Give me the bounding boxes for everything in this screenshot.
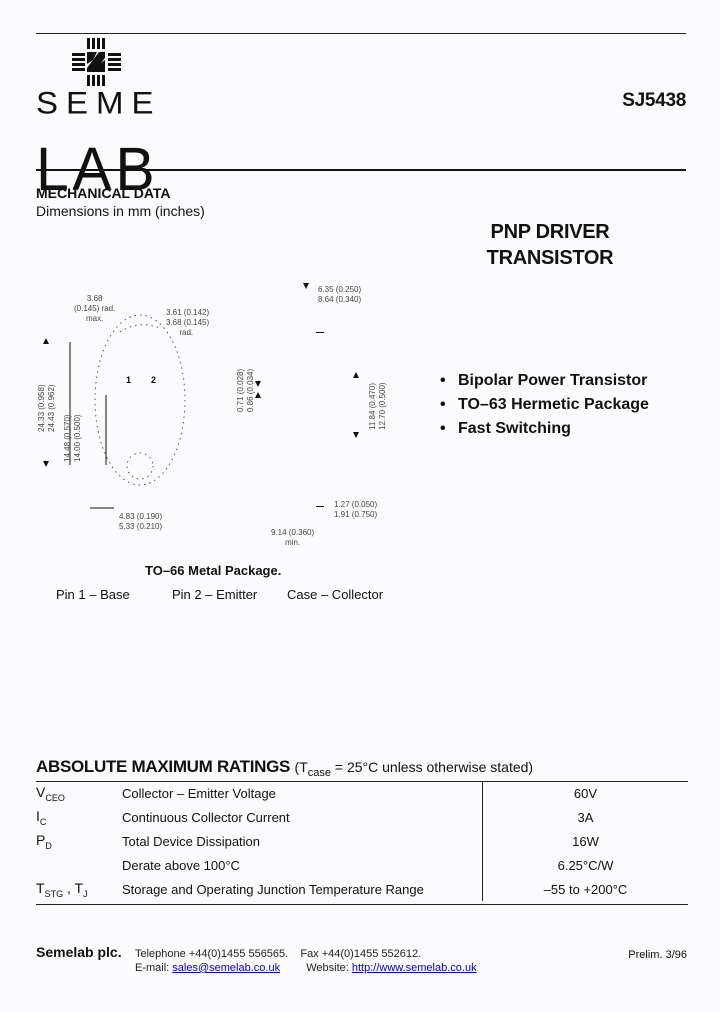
feature-list: Bipolar Power Transistor TO–63 Hermetic … [440,369,649,441]
ratings-title: ABSOLUTE MAXIMUM RATINGS (Tcase = 25°C u… [36,757,534,779]
rating-value: 60V [482,781,688,805]
dim-pin-radius: 3.61 (0.142) 3.68 (0.145) rad. [166,308,210,337]
case-description: Case – Collector [287,587,384,602]
rating-value: –55 to +200°C [482,877,688,901]
rating-description: Derate above 100°C [122,857,240,873]
dim-flange: 1.27 (0.050) 1.91 (0.750) [334,500,378,519]
rating-symbol: IC [36,807,47,827]
pin-1-label: 1 [126,375,131,385]
pin-1-description: Pin 1 – Base [56,587,130,602]
rating-description: Collector – Emitter Voltage [122,785,276,801]
website-link[interactable]: http://www.semelab.co.uk [352,962,477,974]
cap-mark [316,332,324,333]
ratings-row: VCEO Collector – Emitter Voltage 60V [36,781,688,805]
email-link[interactable]: sales@semelab.co.uk [172,962,280,974]
dimensions-unit-note: Dimensions in mm (inches) [36,203,205,219]
ratings-condition: (Tcase = 25°C unless otherwise stated) [294,759,534,779]
rating-value: 6.25°C/W [482,853,688,877]
ratings-row: PD Total Device Dissipation 16W [36,829,688,853]
rating-description: Continuous Collector Current [122,809,290,825]
package-title: TO–66 Metal Package. [145,563,282,578]
dim-corner-radius: 3.68 (0.145) rad. max. [74,294,116,323]
dim-cap-width: 6.35 (0.250) 8.64 (0.340) [318,285,362,304]
ratings-row: IC Continuous Collector Current 3A [36,805,688,829]
logo-seme-text: SEME [36,84,162,121]
ratings-row: Derate above 100°C 6.25°C/W [36,853,688,877]
dim-overall-height: 24.33 (0.958) 24.43 (0.962) [37,384,56,432]
package-outline [94,314,186,486]
feature-item: Fast Switching [440,417,649,441]
rating-description: Storage and Operating Junction Temperatu… [122,881,424,897]
dim-body-height: 11.84 (0.470) 12.70 (0.500) [368,382,387,430]
dim-pin-offset: 4.83 (0.190) 5.33 (0.210) [119,512,163,531]
arrow-up-icon [353,372,359,378]
revision-label: Prelim. 3/96 [628,949,687,961]
mechanical-data-title: MECHANICAL DATA [36,185,171,201]
flange-mark [316,506,324,507]
pin-2-description: Pin 2 – Emitter [172,587,258,602]
ratings-bottom-rule [36,904,688,905]
rating-description: Total Device Dissipation [122,833,261,849]
semelab-cross-logo-icon [72,38,121,86]
telephone: Telephone +44(0)1455 556565. [135,948,289,960]
footer-contact-phone: Telephone +44(0)1455 556565. Fax +44(0)1… [135,948,421,960]
product-title: PNP DRIVER TRANSISTOR [486,221,614,269]
feature-item: TO–63 Hermetic Package [440,393,649,417]
rating-symbol [36,853,122,877]
header-rule [36,169,686,171]
company-name: Semelab plc. [36,944,122,960]
ratings-table: VCEO Collector – Emitter Voltage 60V IC Cont… [36,781,688,901]
dim-lead-length: 9.14 (0.360) min. [271,528,315,547]
rating-value: 3A [482,805,688,829]
feature-item: Bipolar Power Transistor [440,369,649,393]
pin-2-label: 2 [151,375,156,385]
dim-pin-spacing: 14.48 (0.570) 14.00 (0.500) [63,414,82,462]
cap-outline [126,452,154,480]
dim-pin-diameter: 0.71 (0.028) 0.86 (0.034) [236,368,255,412]
rating-value: 16W [482,829,688,853]
rating-symbol: PD [36,831,52,851]
corner-arc [119,324,161,333]
fax: Fax +44(0)1455 552612. [300,948,422,960]
logo: SEME LAB [36,36,156,199]
part-number: SJ5438 [622,90,686,111]
ratings-row: TSTG , TJ Storage and Operating Junction … [36,877,688,901]
top-rule [36,33,686,34]
arrow-down-icon [353,432,359,438]
rating-symbol: VCEO [36,783,65,803]
arrow-up-icon [43,338,49,344]
rating-symbol: TSTG , TJ [36,879,88,899]
footer-contact-web: E-mail: sales@semelab.co.uk Website: htt… [135,962,477,974]
arrow-down-icon [43,461,49,467]
arrow-head-icon [303,283,309,289]
